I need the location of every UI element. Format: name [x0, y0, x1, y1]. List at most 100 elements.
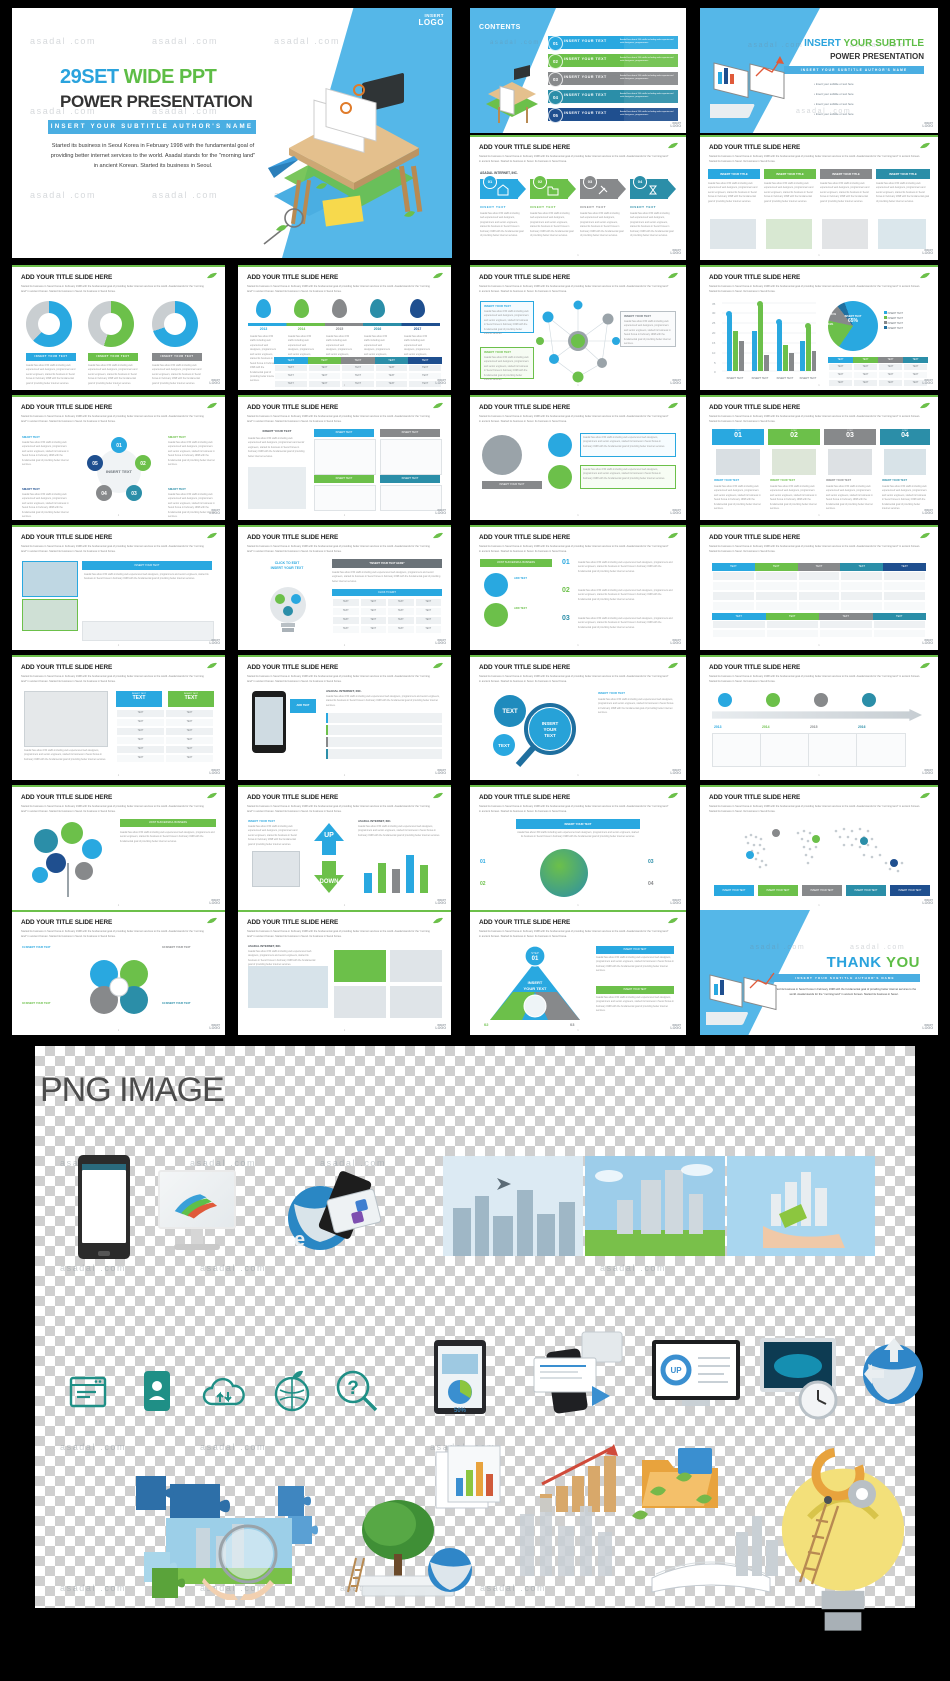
- slide-triangle-steps[interactable]: ADD YOUR TITLE SLIDE HERE Started its bu…: [470, 910, 686, 1035]
- bar-chart: [364, 855, 428, 893]
- step-header: STEP 02: [768, 429, 820, 445]
- slide-description: Started its business in Seoul Korea in F…: [709, 545, 921, 553]
- list-number: 03: [562, 615, 570, 622]
- slide-description: Started its business in Seoul Korea in F…: [247, 930, 430, 938]
- step-header: STEP 04: [880, 429, 930, 445]
- slide-gear-cluster[interactable]: ADD YOUR TITLE SLIDE HERE Started its bu…: [12, 910, 225, 1035]
- roadmap-node[interactable]: [814, 693, 828, 707]
- slide-lightbulb-idea[interactable]: ADD YOUR TITLE SLIDE HERE Started its bu…: [238, 525, 451, 650]
- chevron-step[interactable]: 04: [630, 175, 676, 199]
- smartphone-mockup-asset: [78, 1155, 130, 1259]
- slide-network-diagram[interactable]: ADD YOUR TITLE SLIDE HERE Started its bu…: [470, 265, 686, 390]
- slide-title: ADD YOUR TITLE SLIDE HERE: [479, 274, 571, 281]
- insert-logo-placeholder: INSERT LOGO: [435, 1023, 446, 1031]
- slide-title: ADD YOUR TITLE SLIDE HERE: [709, 144, 801, 151]
- contents-row[interactable]: 04 INSERT YOUR TEXT Asadal has about 150…: [548, 90, 678, 105]
- list-item[interactable]: [326, 737, 442, 747]
- slide-mobile-mockup[interactable]: ADD YOUR TITLE SLIDE HERE Started its bu…: [238, 655, 451, 780]
- data-table: TEXT TEXT TEXT TEXT TEXT TEXT TEXT TEXT TEXT…: [116, 709, 214, 763]
- slide-title: ADD YOUR TITLE SLIDE HERE: [709, 534, 801, 541]
- timeline-marker[interactable]: [256, 299, 271, 318]
- list-item[interactable]: [326, 725, 442, 735]
- slide-four-panels[interactable]: ADD YOUR TITLE SLIDE HERE Started its bu…: [700, 135, 938, 260]
- roadmap-node[interactable]: [862, 693, 876, 707]
- slide-description: Started its business in Seoul Korea in F…: [709, 285, 921, 293]
- contents-row[interactable]: 02 INSERT YOUR TEXT Asadal has about 150…: [548, 54, 678, 69]
- slide-photo-bullets[interactable]: ADD YOUR TITLE SLIDE HERE Started its bu…: [12, 525, 225, 650]
- slide-title: ADD YOUR TITLE SLIDE HERE: [709, 794, 801, 801]
- table-row: [712, 581, 926, 591]
- roadmap-node[interactable]: [766, 693, 780, 707]
- slide-big-table[interactable]: ADD YOUR TITLE SLIDE HERE Started its bu…: [700, 525, 938, 650]
- slide-donut-trio[interactable]: ADD YOUR TITLE SLIDE HERE Started its bu…: [12, 265, 225, 390]
- slide-bar-and-pie-chart[interactable]: ADD YOUR TITLE SLIDE HERE Started its bu…: [700, 265, 938, 390]
- slide-title: ADD YOUR TITLE SLIDE HERE: [21, 274, 113, 281]
- slide-magnifier-circles[interactable]: ADD YOUR TITLE SLIDE HERE Started its bu…: [470, 655, 686, 780]
- slide-tree-bubbles[interactable]: ADD YOUR TITLE SLIDE HERE Started its bu…: [12, 785, 225, 910]
- timeline-year: 2017: [413, 327, 422, 331]
- slide-timeline[interactable]: ADD YOUR TITLE SLIDE HERE Started its bu…: [238, 265, 451, 390]
- slide-world-map[interactable]: ADD YOUR TITLE SLIDE HERE Started its bu…: [700, 785, 938, 910]
- svg-text:25: 25: [712, 321, 716, 325]
- slide-numbered-list[interactable]: ADD YOUR TITLE SLIDE HERE Started its bu…: [470, 525, 686, 650]
- chevron-step[interactable]: 01: [480, 175, 526, 199]
- slide-row-3: ADD YOUR TITLE SLIDE HERE Started its bu…: [0, 395, 950, 520]
- slide-thank-you[interactable]: INSERT LOGO asadal .com asadal .com THANK…: [700, 910, 938, 1035]
- svg-text:04: 04: [101, 491, 107, 497]
- leaf-icon: [433, 402, 443, 409]
- insert-logo-placeholder: INSERT LOGO: [670, 638, 681, 646]
- contents-row[interactable]: 01 INSERT YOUR TEXT Asadal has about 150…: [548, 36, 678, 51]
- table-row: TEXT TEXT: [116, 718, 214, 727]
- slide-contents[interactable]: CONTENTS INSERT LOGO asadal .com 01 INSE…: [470, 8, 686, 133]
- chart-legend: INSERT TEXT INSERT TEXT INSERT TEXT INSE…: [884, 311, 903, 331]
- contents-row-label: INSERT YOUR TEXT: [564, 92, 607, 97]
- step-circle[interactable]: [548, 433, 572, 457]
- timeline-marker[interactable]: [370, 299, 385, 318]
- insert-logo-placeholder: INSERT LOGO: [209, 898, 220, 906]
- slide-steps-team[interactable]: ADD YOUR TITLE SLIDE HERE Started its bu…: [700, 395, 938, 520]
- leaf-icon: [920, 792, 930, 799]
- step-number: 03: [583, 175, 597, 189]
- slide-pentagon-cycle[interactable]: ADD YOUR TITLE SLIDE HERE Started its bu…: [12, 395, 225, 520]
- callout-box[interactable]: INSERT YOUR TEXT Asadal has about 150 st…: [480, 301, 534, 335]
- timeline-marker[interactable]: [332, 299, 347, 318]
- callout-box[interactable]: INSERT YOUR TEXT Asadal has about 150 st…: [620, 311, 676, 347]
- list-item[interactable]: [326, 713, 442, 723]
- insert-logo-placeholder: INSERT LOGO: [922, 248, 933, 256]
- timeline-marker[interactable]: [410, 299, 425, 318]
- insert-logo-placeholder: INSERT LOGO: [670, 121, 681, 129]
- slide-globe-circle[interactable]: ADD YOUR TITLE SLIDE HERE Started its bu…: [470, 785, 686, 910]
- insert-logo-placeholder: INSERT LOGO: [922, 768, 933, 776]
- slide-subtitle[interactable]: INSERT LOGO asadal .com asadal .com asad…: [700, 8, 938, 133]
- timeline-marker[interactable]: [294, 299, 309, 318]
- slide-gear-process[interactable]: ADD YOUR TITLE SLIDE HERE Started its bu…: [470, 395, 686, 520]
- chevron-step[interactable]: 03: [580, 175, 626, 199]
- mobile-user-icon: [144, 1371, 170, 1411]
- slide-puzzle-columns[interactable]: ADD YOUR TITLE SLIDE HERE Started its bu…: [238, 395, 451, 520]
- data-table: TEXT TEXT TEXT TEXT TEXT TEXT TEXT TEXT TEXT TE…: [332, 598, 442, 634]
- table-header: INSERT TEXT TEXT: [168, 691, 214, 707]
- insert-logo-placeholder: INSERT LOGO: [435, 378, 446, 386]
- chevron-step[interactable]: 02: [530, 175, 576, 199]
- slide-up-down-arrows[interactable]: ADD YOUR TITLE SLIDE HERE Started its bu…: [238, 785, 451, 910]
- callout-box[interactable]: INSERT YOUR TEXT Asadal has about 150 st…: [480, 347, 534, 381]
- contents-row[interactable]: 03 INSERT YOUR TEXT Asadal has about 150…: [548, 72, 678, 87]
- slide-chevron-four[interactable]: ADD YOUR TITLE SLIDE HERE Started its bu…: [470, 135, 686, 260]
- image-placeholder: [24, 691, 108, 747]
- insert-logo-placeholder: INSERT LOGO: [922, 898, 933, 906]
- roadmap-node[interactable]: [718, 693, 732, 707]
- step-circle[interactable]: [548, 465, 572, 489]
- step-number: 02: [533, 175, 547, 189]
- step-header: STEP 01: [712, 429, 764, 445]
- slide-photo-table[interactable]: ADD YOUR TITLE SLIDE HERE Started its bu…: [12, 655, 225, 780]
- open-book-city-asset: [500, 1470, 920, 1610]
- list-item[interactable]: [326, 749, 442, 759]
- slide-title: ADD YOUR TITLE SLIDE HERE: [709, 664, 801, 671]
- thank-you-title: THANK YOU: [826, 954, 920, 971]
- green-card[interactable]: [334, 950, 386, 982]
- slide-year-roadmap[interactable]: ADD YOUR TITLE SLIDE HERE Started its bu…: [700, 655, 938, 780]
- contents-row[interactable]: 05 INSERT YOUR TEXT Asadal has about 150…: [548, 108, 678, 123]
- slide-row-2: ADD YOUR TITLE SLIDE HERE Started its bu…: [0, 265, 950, 390]
- leaf-icon: [433, 662, 443, 669]
- slide-city-columns[interactable]: ADD YOUR TITLE SLIDE HERE Started its bu…: [238, 910, 451, 1035]
